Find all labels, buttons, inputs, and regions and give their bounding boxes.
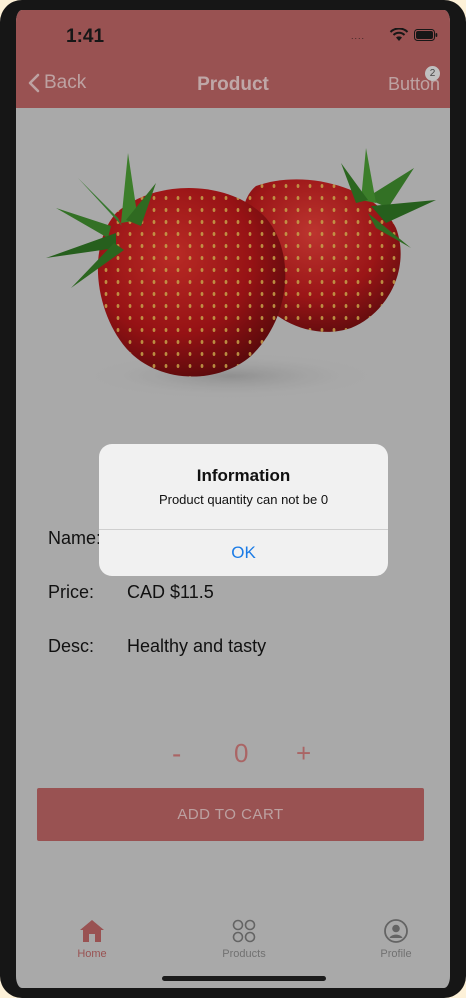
phone-frame: 1:41 .... Back Product Button 2 Name: Pr… [0,0,466,998]
alert-message: Product quantity can not be 0 [158,492,329,507]
alert-title: Information [196,466,291,485]
alert-ok-button[interactable]: OK [99,530,388,576]
information-alert: Information Product quantity can not be … [99,444,388,576]
